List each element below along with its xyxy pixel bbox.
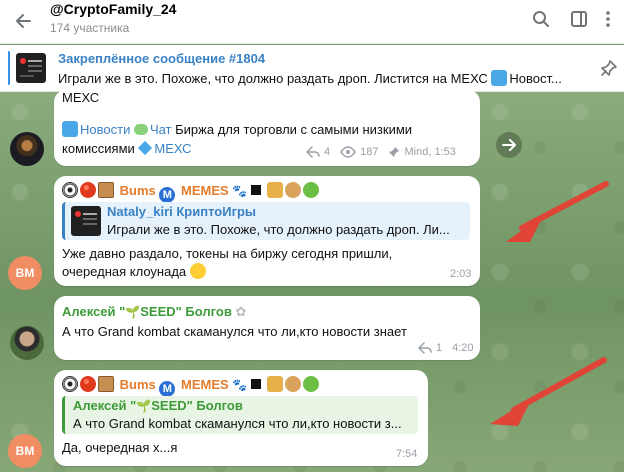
- chat-header: @CryptoFamily_24 174 участника: [0, 0, 624, 44]
- more-menu-button[interactable]: [598, 6, 618, 32]
- seedling-icon: 🌱: [125, 305, 141, 319]
- message-text: МЕХС: [62, 90, 100, 105]
- diamond-emoji-icon: [138, 140, 153, 156]
- seedling-icon: 🌱: [136, 399, 152, 413]
- search-button[interactable]: [528, 6, 554, 32]
- message-bubble[interactable]: Bums M MEMES 🐾 Nataly_kiri КриптоИгры Иг…: [54, 176, 480, 286]
- paw-icon: 🐾: [232, 378, 248, 392]
- dog-icon: [284, 376, 301, 392]
- chat-link[interactable]: Чат: [150, 122, 172, 137]
- black-square-icon: [250, 379, 261, 389]
- message-bubble[interactable]: Алексей "🌱SEED" Болгов ✿ А что Grand kom…: [54, 296, 480, 360]
- pinned-thumbnail: [16, 53, 46, 83]
- avatar[interactable]: [10, 326, 44, 360]
- back-arrow-icon: [16, 14, 31, 28]
- message-text: очередная клоунада: [62, 262, 208, 282]
- sender-name[interactable]: Bums M MEMES 🐾: [62, 376, 321, 397]
- package-icon: [98, 376, 114, 392]
- quote-thumbnail: [71, 206, 101, 236]
- message-time: 7:54: [396, 448, 418, 460]
- dog-icon: [284, 182, 301, 198]
- sidebar-toggle-button[interactable]: [566, 6, 592, 32]
- avatar[interactable]: BM: [8, 256, 42, 290]
- tomato-icon: [80, 376, 96, 392]
- reply-quote[interactable]: Алексей "🌱SEED" Болгов А что Grand komba…: [62, 396, 418, 434]
- quote-author: Nataly_kiri КриптоИгры: [107, 204, 257, 219]
- message-bubble[interactable]: МЕХС Новости Чат Биржа для торговли с са…: [54, 90, 480, 166]
- metro-m-icon: M: [159, 187, 176, 203]
- laughing-face-icon: [189, 263, 206, 279]
- member-count: 174 участника: [50, 21, 130, 35]
- giraffe-icon: [266, 376, 283, 392]
- quote-text: А что Grand kombat скаманулся что ли,кто…: [73, 416, 402, 431]
- news-link[interactable]: Новости: [80, 122, 130, 137]
- quote-author: Алексей "🌱SEED" Болгов: [73, 398, 243, 413]
- view-count: 187: [360, 146, 379, 158]
- sidebar-icon: [571, 11, 587, 27]
- giraffe-icon: [266, 182, 283, 198]
- message-text: А что Grand kombat скаманулся что ли,кто…: [62, 324, 407, 339]
- pinned-title: Закреплённое сообщение #1804: [58, 51, 266, 66]
- search-icon: [533, 11, 549, 27]
- message-text: комиссиями МЕХС: [62, 140, 192, 156]
- telegram-emoji-icon: [62, 121, 78, 137]
- message-time: 2:03: [450, 268, 472, 280]
- reply-quote[interactable]: Nataly_kiri КриптоИгры Играли же в это. …: [62, 202, 470, 240]
- message-author-time: Mind, 1:53: [404, 146, 456, 158]
- message-text: Новости Чат Биржа для торговли с самыми …: [62, 120, 412, 140]
- black-square-icon: [250, 185, 261, 195]
- package-icon: [98, 182, 114, 198]
- pinned-text: Играли же в это. Похоже, что должно разд…: [58, 70, 562, 86]
- soccer-ball-icon: [62, 182, 78, 198]
- message-meta: 4 187 Mind, 1:53: [306, 146, 456, 158]
- share-button[interactable]: [496, 132, 522, 158]
- paw-icon: 🐾: [232, 184, 248, 198]
- message-time: 4:20: [452, 342, 474, 354]
- snake-icon: [302, 182, 319, 198]
- reply-icon: [418, 342, 432, 354]
- back-button[interactable]: [10, 8, 36, 34]
- message-text: Уже давно раздало, токены на биржу сегод…: [62, 246, 393, 261]
- reply-count: 4: [324, 146, 331, 158]
- message-text: Да, очередная х...я: [62, 440, 178, 455]
- sender-name[interactable]: Bums M MEMES 🐾: [62, 182, 321, 203]
- soccer-ball-icon: [62, 376, 78, 392]
- reply-icon: [306, 146, 320, 158]
- more-vertical-icon: [606, 11, 610, 27]
- message-bubble[interactable]: Bums M MEMES 🐾 Алексей "🌱SEED" Болгов А …: [54, 370, 428, 466]
- pin-icon[interactable]: [600, 59, 618, 77]
- red-arrow-annotation: [490, 357, 607, 426]
- chat-emoji-icon: [133, 124, 148, 135]
- sender-name[interactable]: Алексей "🌱SEED" Болгов ✿: [62, 304, 246, 320]
- reply-count: 1: [436, 342, 443, 354]
- snake-icon: [302, 376, 319, 392]
- views-eye-icon: [340, 146, 356, 158]
- mexc-link[interactable]: МЕХС: [154, 141, 191, 156]
- avatar[interactable]: BM: [8, 434, 42, 468]
- forward-arrow-icon: [502, 139, 516, 151]
- chat-title[interactable]: @CryptoFamily_24: [50, 1, 176, 17]
- red-arrow-annotation: [506, 181, 609, 242]
- avatar[interactable]: [10, 132, 44, 166]
- pinned-message-bar[interactable]: Закреплённое сообщение #1804 Играли же в…: [0, 45, 624, 92]
- quote-text: Играли же в это. Похоже, что должно разд…: [107, 222, 450, 237]
- sparkle-icon: ✿: [235, 304, 247, 319]
- metro-m-icon: M: [159, 381, 176, 397]
- pinned-indicator: [8, 51, 10, 85]
- tomato-icon: [80, 182, 96, 198]
- telegram-emoji-icon: [491, 70, 508, 86]
- pinned-pin-icon: [389, 147, 400, 157]
- message-meta: 1 4:20: [418, 342, 474, 354]
